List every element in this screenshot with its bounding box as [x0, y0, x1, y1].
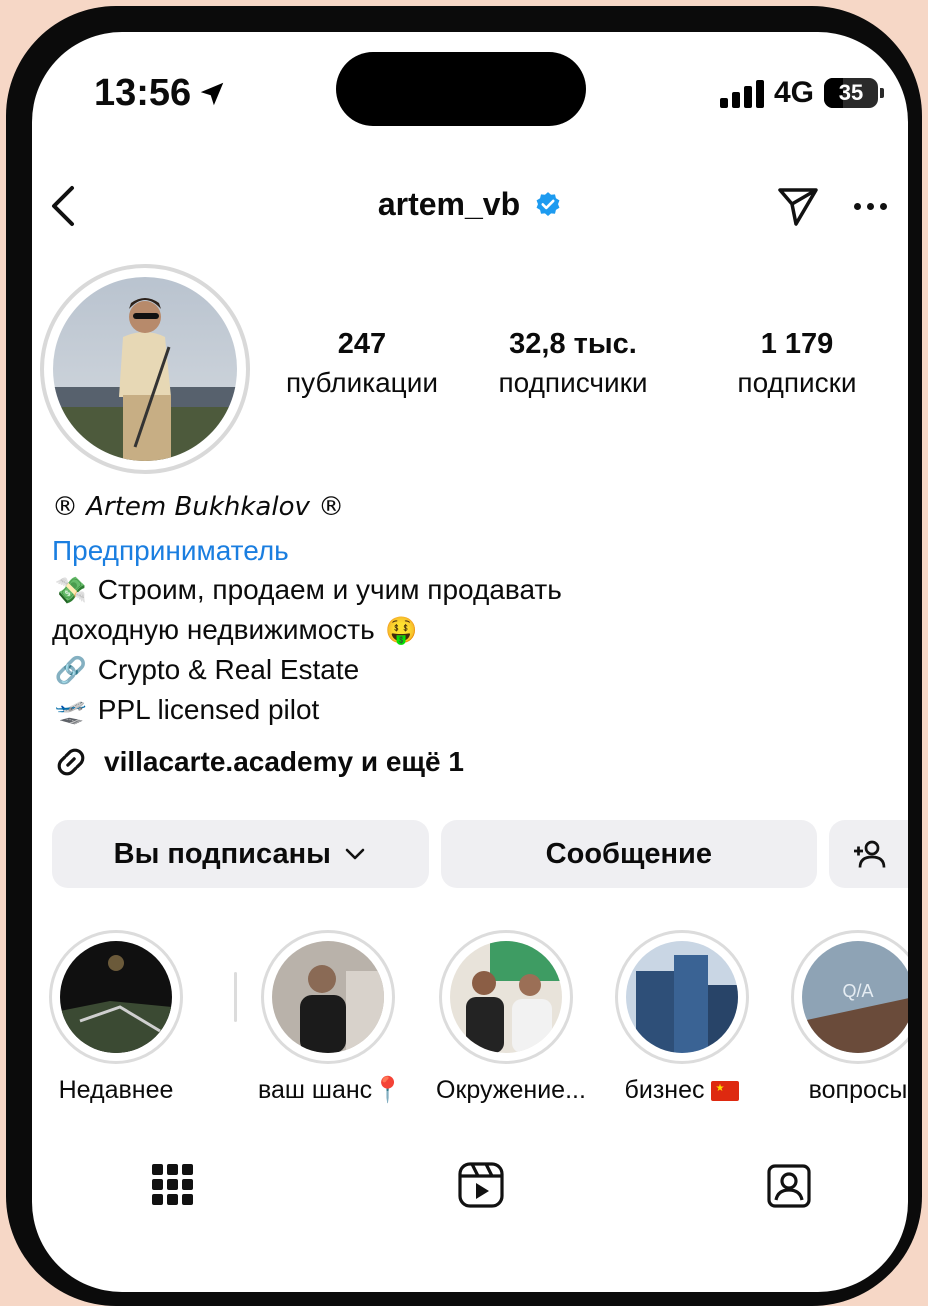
bio-line-4: PPL licensed pilot [97, 694, 320, 725]
avatar-image [53, 277, 237, 461]
highlight-label-text: бизнес [624, 1076, 705, 1104]
highlight-thumbnail [626, 941, 738, 1053]
verified-badge-icon [536, 191, 560, 216]
highlight-thumbnail [450, 941, 562, 1053]
highlight-label-text: ваш шанс [258, 1076, 373, 1104]
profile-username: artem_vb [377, 186, 521, 222]
highlight-thumbnail [60, 941, 172, 1053]
profile-avatar[interactable] [40, 264, 250, 474]
bio-line-3: Crypto & Real Estate [97, 654, 360, 685]
posts-label: публикации [286, 367, 438, 398]
posts-count: 247 [337, 328, 387, 360]
highlight-item[interactable]: Окружение... [436, 930, 586, 1105]
money-wings-icon: 💸 [54, 575, 88, 605]
message-button[interactable]: Сообщение [440, 820, 818, 888]
bio-line-1: Строим, продаем и учим продавать [97, 574, 562, 605]
battery-level: 35 [838, 80, 864, 105]
category-label[interactable]: Предприниматель [52, 531, 888, 570]
highlight-label: Недавнее [58, 1076, 174, 1104]
bio-line: 💸 Строим, продаем и учим продавать [52, 570, 888, 610]
phone-frame: 13:56 4G 35 artem_vb 247 публикации 32,8… [6, 6, 922, 1306]
highlights-row: Недавнее ваш шанс📍 Окружение... бизнес ★… [46, 930, 908, 1110]
chevron-down-icon [345, 848, 365, 860]
link-icon [57, 748, 85, 775]
tagged-person-icon[interactable] [764, 1160, 814, 1210]
bio-line: 🔗 Crypto & Real Estate [52, 650, 888, 690]
following-label: подписки [737, 367, 857, 398]
bio-link-text: villacarte.academy и ещё 1 [104, 746, 464, 777]
add-person-icon [853, 840, 885, 868]
screen: 13:56 4G 35 artem_vb 247 публикации 32,8… [32, 32, 908, 1292]
location-arrow-icon [200, 82, 224, 105]
full-name: ® Artem Bukhkalov ® [52, 492, 345, 522]
svg-text:Q/A: Q/A [842, 981, 873, 1001]
china-flag-icon: ★ [711, 1081, 740, 1102]
pin-icon: 📍 [372, 1076, 404, 1104]
profile-header: artem_vb [32, 182, 908, 232]
stat-posts[interactable]: 247 публикации [264, 328, 460, 399]
highlight-item[interactable]: Q/A вопросы [788, 930, 908, 1105]
highlight-label: ваш шанс📍 [258, 1076, 403, 1105]
followers-count: 32,8 тыс. [509, 328, 637, 360]
add-person-button[interactable] [829, 820, 908, 888]
signal-icon [719, 78, 764, 108]
more-dots-icon[interactable] [854, 194, 894, 218]
message-button-label: Сообщение [545, 837, 713, 870]
battery-icon: 35 [824, 78, 884, 108]
money-mouth-face-icon: 🤑 [385, 615, 418, 645]
highlight-item[interactable]: Недавнее [46, 930, 186, 1105]
highlight-label: Окружение... [436, 1076, 586, 1104]
paper-plane-icon[interactable] [774, 182, 822, 230]
profile-actions: Вы подписаны Сообщение [52, 820, 908, 888]
stat-following[interactable]: 1 179 подписки [686, 328, 908, 399]
bio-link[interactable]: villacarte.academy и ещё 1 [52, 742, 888, 781]
profile-tabs [32, 1160, 908, 1220]
highlight-label: бизнес ★ [612, 1076, 752, 1105]
highlight-thumbnail: Q/A [802, 941, 908, 1053]
following-button[interactable]: Вы подписаны [52, 820, 429, 888]
highlights-divider [234, 972, 237, 1022]
highlight-label: вопросы [808, 1076, 908, 1104]
following-button-label: Вы подписаны [113, 837, 331, 870]
status-time: 13:56 [94, 72, 227, 115]
bio-line-2: доходную недвижимость [52, 614, 375, 645]
bio-line: доходную недвижимость 🤑 [52, 610, 888, 650]
chain-link-icon: 🔗 [54, 655, 88, 685]
grid-icon[interactable] [148, 1160, 198, 1210]
bio-line: 🛫 PPL licensed pilot [52, 690, 888, 730]
status-indicators: 4G 35 [719, 76, 884, 110]
highlight-item[interactable]: ваш шанс📍 [258, 930, 403, 1105]
profile-bio: ® Artem Bukhkalov ® Предприниматель 💸 Ст… [52, 488, 888, 781]
highlight-thumbnail [272, 941, 384, 1053]
profile-stats: 247 публикации 32,8 тыс. подписчики 1 17… [264, 328, 908, 399]
reels-icon[interactable] [456, 1160, 506, 1210]
followers-label: подписчики [498, 367, 648, 398]
stat-followers[interactable]: 32,8 тыс. подписчики [460, 328, 686, 399]
network-type: 4G [773, 76, 814, 109]
airplane-icon: 🛫 [54, 695, 88, 725]
dynamic-island [336, 52, 586, 126]
highlight-item[interactable]: бизнес ★ [612, 930, 752, 1105]
status-time-text: 13:56 [94, 72, 192, 114]
following-count: 1 179 [760, 328, 834, 360]
